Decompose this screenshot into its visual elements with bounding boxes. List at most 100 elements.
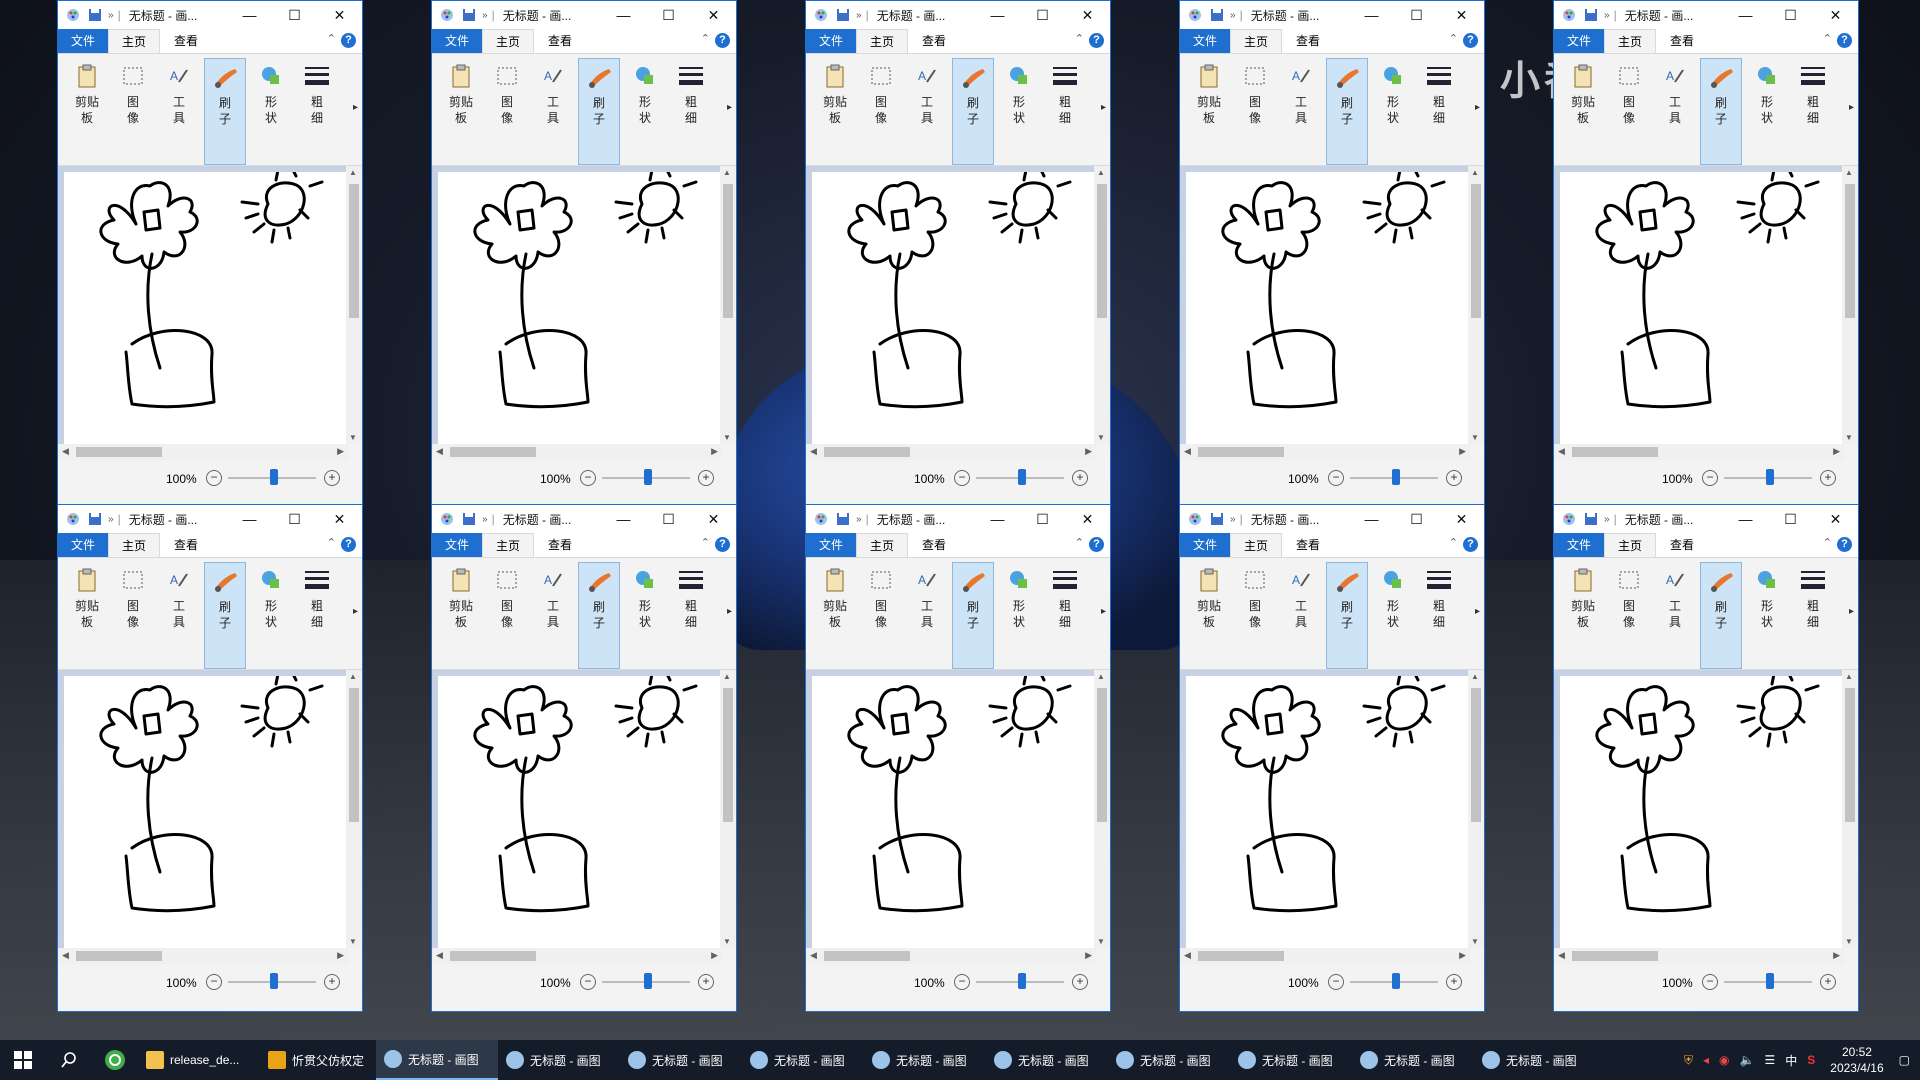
horizontal-scroll-thumb[interactable]	[450, 951, 536, 961]
help-button[interactable]: ?	[715, 537, 730, 552]
input-language-indicator[interactable]: 中	[1785, 1052, 1797, 1069]
scroll-up-icon[interactable]: ▲	[1471, 168, 1479, 177]
zoom-slider-thumb[interactable]	[644, 469, 652, 485]
file-menu-button[interactable]: 文件	[1554, 533, 1604, 557]
help-button[interactable]: ?	[1837, 33, 1852, 48]
canvas-area[interactable]	[58, 670, 348, 948]
scroll-up-icon[interactable]: ▲	[1471, 672, 1479, 681]
canvas-area[interactable]	[1554, 670, 1844, 948]
tab-home[interactable]: 主页	[482, 29, 534, 53]
quick-access-chevron-icon[interactable]: »	[482, 10, 488, 21]
close-button[interactable]: ✕	[691, 1, 736, 29]
file-menu-button[interactable]: 文件	[1180, 533, 1230, 557]
clock[interactable]: 20:52 2023/4/16	[1830, 1044, 1883, 1076]
ribbon-tools[interactable]: A 工 具	[1280, 58, 1322, 165]
collapse-ribbon-icon[interactable]: ⌃	[1075, 536, 1084, 549]
ribbon-image[interactable]: 图 像	[1608, 562, 1650, 669]
vertical-scrollbar[interactable]: ▲ ▼	[1468, 670, 1484, 948]
minimize-button[interactable]: —	[975, 1, 1020, 29]
paint-window[interactable]: » | 无标题 - 画... — ☐ ✕ 文件 主页 查看 ⌃ ? 剪贴 板 图…	[57, 0, 363, 508]
help-button[interactable]: ?	[1463, 33, 1478, 48]
save-icon[interactable]	[1584, 512, 1598, 526]
taskbar-item[interactable]: 无标题 - 画图	[986, 1040, 1108, 1080]
canvas-area[interactable]	[1180, 166, 1470, 444]
horizontal-scrollbar[interactable]: ◀ ▶	[432, 948, 722, 964]
quick-access-chevron-icon[interactable]: »	[108, 514, 114, 525]
collapse-ribbon-icon[interactable]: ⌃	[1449, 536, 1458, 549]
help-button[interactable]: ?	[1837, 537, 1852, 552]
scroll-down-icon[interactable]: ▼	[1097, 433, 1105, 442]
collapse-ribbon-icon[interactable]: ⌃	[1823, 32, 1832, 45]
paint-app-icon[interactable]	[1562, 8, 1576, 22]
scroll-up-icon[interactable]: ▲	[1097, 672, 1105, 681]
scroll-right-icon[interactable]: ▶	[711, 446, 718, 457]
zoom-in-button[interactable]: +	[698, 974, 714, 990]
close-button[interactable]: ✕	[1813, 505, 1858, 533]
maximize-button[interactable]: ☐	[646, 505, 691, 533]
horizontal-scrollbar[interactable]: ◀ ▶	[806, 948, 1096, 964]
maximize-button[interactable]: ☐	[646, 1, 691, 29]
save-icon[interactable]	[1584, 8, 1598, 22]
ribbon-tools[interactable]: A 工 具	[532, 58, 574, 165]
save-icon[interactable]	[462, 512, 476, 526]
tab-home[interactable]: 主页	[1604, 533, 1656, 557]
horizontal-scroll-thumb[interactable]	[76, 447, 162, 457]
minimize-button[interactable]: —	[1349, 505, 1394, 533]
scroll-left-icon[interactable]: ◀	[1558, 446, 1565, 457]
save-icon[interactable]	[1210, 8, 1224, 22]
tab-home[interactable]: 主页	[1230, 29, 1282, 53]
canvas-area[interactable]	[432, 166, 722, 444]
ribbon-clipboard[interactable]: 剪贴 板	[1188, 58, 1230, 165]
help-button[interactable]: ?	[1463, 537, 1478, 552]
scroll-down-icon[interactable]: ▼	[349, 433, 357, 442]
collapse-ribbon-icon[interactable]: ⌃	[1449, 32, 1458, 45]
ribbon-more-icon[interactable]: ▸	[353, 102, 358, 113]
ribbon-tools[interactable]: A 工 具	[158, 58, 200, 165]
ribbon-brushes[interactable]: 刷 子	[1700, 562, 1742, 669]
vertical-scroll-thumb[interactable]	[1471, 688, 1481, 822]
canvas-area[interactable]	[806, 670, 1096, 948]
scroll-down-icon[interactable]: ▼	[349, 937, 357, 946]
scroll-right-icon[interactable]: ▶	[1085, 446, 1092, 457]
scroll-up-icon[interactable]: ▲	[1845, 672, 1853, 681]
maximize-button[interactable]: ☐	[1768, 505, 1813, 533]
scroll-up-icon[interactable]: ▲	[723, 168, 731, 177]
title-bar[interactable]: » | 无标题 - 画... — ☐ ✕	[1180, 1, 1484, 29]
ribbon-clipboard[interactable]: 剪贴 板	[66, 58, 108, 165]
zoom-out-button[interactable]: −	[1328, 974, 1344, 990]
zoom-in-button[interactable]: +	[1820, 974, 1836, 990]
horizontal-scroll-thumb[interactable]	[1572, 447, 1658, 457]
vertical-scrollbar[interactable]: ▲ ▼	[1094, 670, 1110, 948]
collapse-ribbon-icon[interactable]: ⌃	[327, 32, 336, 45]
help-button[interactable]: ?	[1089, 33, 1104, 48]
pinned-app-button[interactable]	[92, 1049, 138, 1071]
scroll-left-icon[interactable]: ◀	[1184, 446, 1191, 457]
ribbon-clipboard[interactable]: 剪贴 板	[814, 562, 856, 669]
canvas-area[interactable]	[806, 166, 1096, 444]
zoom-slider-thumb[interactable]	[1766, 973, 1774, 989]
vertical-scroll-thumb[interactable]	[1845, 184, 1855, 318]
horizontal-scrollbar[interactable]: ◀ ▶	[432, 444, 722, 460]
scroll-down-icon[interactable]: ▼	[1471, 937, 1479, 946]
tab-view[interactable]: 查看	[908, 29, 960, 53]
zoom-out-button[interactable]: −	[1702, 470, 1718, 486]
scroll-left-icon[interactable]: ◀	[810, 446, 817, 457]
vertical-scrollbar[interactable]: ▲ ▼	[1468, 166, 1484, 444]
scroll-left-icon[interactable]: ◀	[1558, 950, 1565, 961]
title-bar[interactable]: » | 无标题 - 画... — ☐ ✕	[806, 1, 1110, 29]
horizontal-scrollbar[interactable]: ◀ ▶	[1554, 444, 1844, 460]
paint-app-icon[interactable]	[440, 8, 454, 22]
paint-app-icon[interactable]	[1188, 8, 1202, 22]
ribbon-size[interactable]: 粗 细	[1044, 58, 1086, 165]
scroll-right-icon[interactable]: ▶	[1833, 446, 1840, 457]
help-button[interactable]: ?	[341, 33, 356, 48]
zoom-in-button[interactable]: +	[1446, 470, 1462, 486]
close-button[interactable]: ✕	[691, 505, 736, 533]
paint-app-icon[interactable]	[814, 8, 828, 22]
quick-access-chevron-icon[interactable]: »	[1604, 514, 1610, 525]
minimize-button[interactable]: —	[227, 505, 272, 533]
ribbon-shapes[interactable]: 形 状	[250, 58, 292, 165]
paint-window[interactable]: » | 无标题 - 画... — ☐ ✕ 文件 主页 查看 ⌃ ? 剪贴 板 图…	[805, 0, 1111, 508]
ribbon-shapes[interactable]: 形 状	[998, 58, 1040, 165]
ribbon-size[interactable]: 粗 细	[296, 58, 338, 165]
